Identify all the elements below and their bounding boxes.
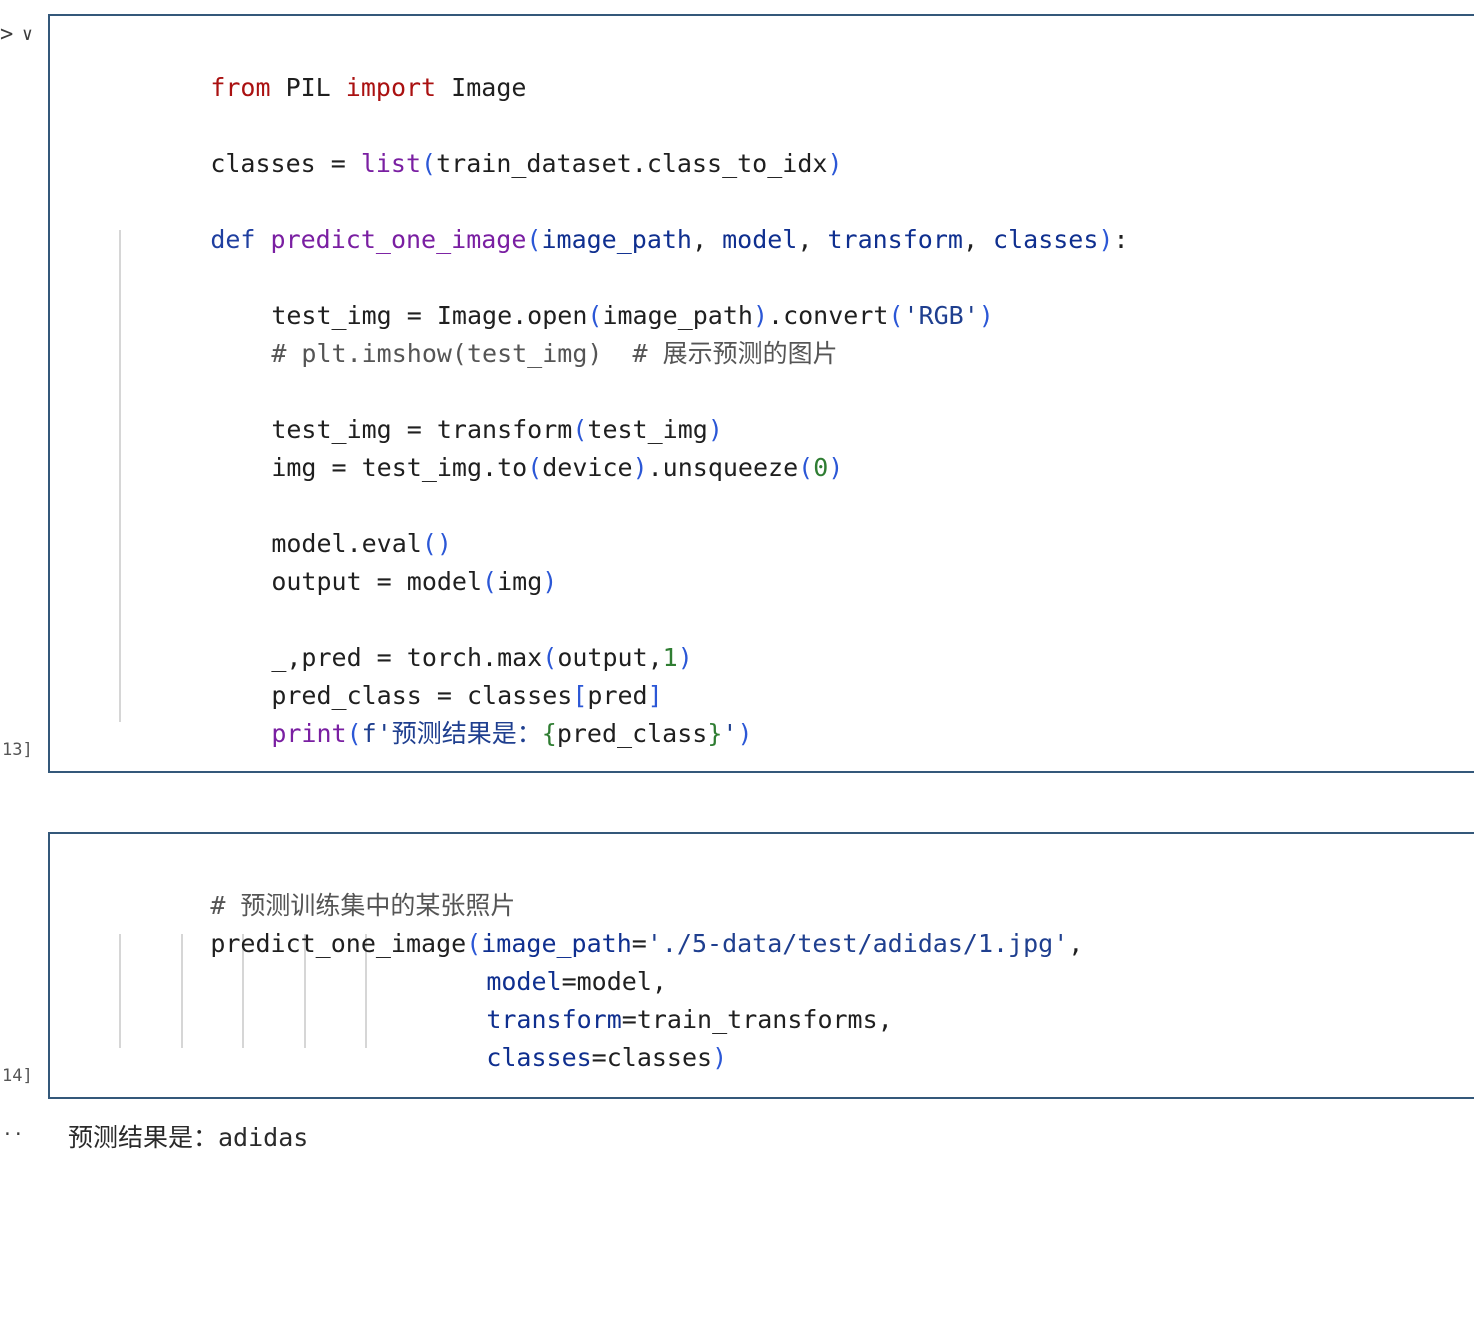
code-line: transform=train_transforms, <box>486 1005 893 1034</box>
code-line: from PIL import Image <box>210 73 527 102</box>
execution-count: 14] <box>2 1066 33 1086</box>
code-line: classes = list(train_dataset.class_to_id… <box>210 149 843 178</box>
output-menu-icon[interactable]: ·· <box>2 1124 24 1145</box>
code-comment: # 预测训练集中的某张照片 <box>210 891 516 920</box>
code-line: print(f'预测结果是：{pred_class}') <box>271 719 753 748</box>
cell-output: 预测结果是：adidas <box>68 1123 309 1152</box>
code-line: test_img = transform(test_img) <box>271 415 723 444</box>
code-line: test_img = Image.open(image_path).conver… <box>271 301 994 330</box>
code-line: img = test_img.to(device).unsqueeze(0) <box>271 453 844 482</box>
code-line: model.eval() <box>271 529 452 558</box>
code-line: pred_class = classes[pred] <box>271 681 663 710</box>
execution-count: 13] <box>2 740 33 760</box>
code-cell-1[interactable]: from PIL import Image classes = list(tra… <box>48 14 1474 773</box>
code-line: model=model, <box>486 967 667 996</box>
code-cell-2[interactable]: # 预测训练集中的某张照片 predict_one_image(image_pa… <box>48 832 1474 1099</box>
code-line: def predict_one_image(image_path, model,… <box>210 225 1129 254</box>
code-line: _,pred = torch.max(output,1) <box>271 643 693 672</box>
code-line: output = model(img) <box>271 567 558 596</box>
code-editor[interactable]: from PIL import Image classes = list(tra… <box>50 16 1129 799</box>
collapse-chevron-down-icon[interactable]: ∨ <box>22 24 33 45</box>
code-line: classes=classes) <box>486 1043 728 1072</box>
code-line: predict_one_image(image_path='./5-data/t… <box>210 929 1084 958</box>
indent-guide <box>119 230 121 722</box>
expand-chevron-right-icon[interactable]: > <box>0 22 13 47</box>
code-comment: # plt.imshow(test_img) # 展示预测的图片 <box>271 339 838 368</box>
code-editor[interactable]: # 预测训练集中的某张照片 predict_one_image(image_pa… <box>50 834 1083 1327</box>
